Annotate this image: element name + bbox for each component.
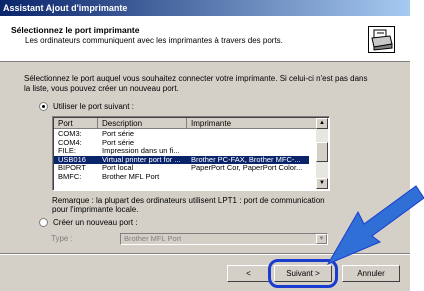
port-cell: COM3: xyxy=(58,130,82,138)
description-cell: Virtual printer port for ... xyxy=(102,155,181,164)
port-type-value: Brother MFL Port xyxy=(124,234,182,243)
port-cell: COM4: xyxy=(58,138,82,147)
description-cell: Port série xyxy=(102,130,135,138)
column-port[interactable]: Port xyxy=(54,118,98,129)
create-port-radio[interactable] xyxy=(39,218,48,227)
port-type-select: Brother MFL Port ▼ xyxy=(120,233,328,245)
column-description[interactable]: Description xyxy=(98,118,187,129)
intro-text: Sélectionnez le port auquel vous souhait… xyxy=(24,74,368,93)
port-cell: BMFC: xyxy=(58,172,82,181)
header-title: Sélectionnez le port imprimante xyxy=(11,25,140,35)
printer-cell: Brother PC-FAX, Brother MFC-... xyxy=(191,155,301,164)
description-cell: Impression dans un fi... xyxy=(102,147,180,155)
port-list[interactable]: Port Description Imprimante COM3: Port s… xyxy=(52,116,330,191)
description-cell: Brother MFL Port xyxy=(102,172,160,181)
description-cell: Port local xyxy=(102,164,134,172)
list-item-selected[interactable]: USB016 Virtual printer port for ... Brot… xyxy=(54,155,309,164)
wizard-header: Sélectionnez le port imprimante Les ordi… xyxy=(0,16,410,62)
printer-wizard-icon xyxy=(368,26,395,53)
list-item[interactable]: COM3: Port série xyxy=(54,130,309,139)
list-item[interactable]: COM4: Port série xyxy=(54,139,309,148)
list-item[interactable]: FILE: Impression dans un fi... xyxy=(54,147,309,156)
column-printer[interactable]: Imprimante xyxy=(187,118,318,129)
create-port-label[interactable]: Créer un nouveau port : xyxy=(53,218,138,227)
printer-cell: PaperPort Cor, PaperPort Color... xyxy=(191,164,303,172)
use-port-label[interactable]: Utiliser le port suivant : xyxy=(53,102,134,111)
back-button[interactable]: < Précédent xyxy=(227,265,270,282)
list-item[interactable]: BIPORT Port local PaperPort Cor, PaperPo… xyxy=(54,164,309,173)
scroll-up-icon[interactable]: ▲ xyxy=(316,118,328,129)
remark-text: Remarque : la plupart des ordinateurs ut… xyxy=(52,196,325,214)
description-cell: Port série xyxy=(102,138,135,147)
scroll-thumb[interactable] xyxy=(316,142,328,162)
list-item[interactable]: BMFC: Brother MFL Port xyxy=(54,173,309,182)
port-cell: BIPORT xyxy=(58,164,86,172)
pointer-arrow-icon xyxy=(326,185,424,266)
port-cell: USB016 xyxy=(58,155,86,164)
port-list-header: Port Description Imprimante xyxy=(54,118,318,129)
header-subtitle: Les ordinateurs communiquent avec les im… xyxy=(25,36,283,45)
use-port-radio[interactable] xyxy=(39,102,48,111)
type-label: Type : xyxy=(51,234,73,243)
window-title: Assistant Ajout d'imprimante xyxy=(0,0,410,16)
port-cell: FILE: xyxy=(58,147,76,155)
